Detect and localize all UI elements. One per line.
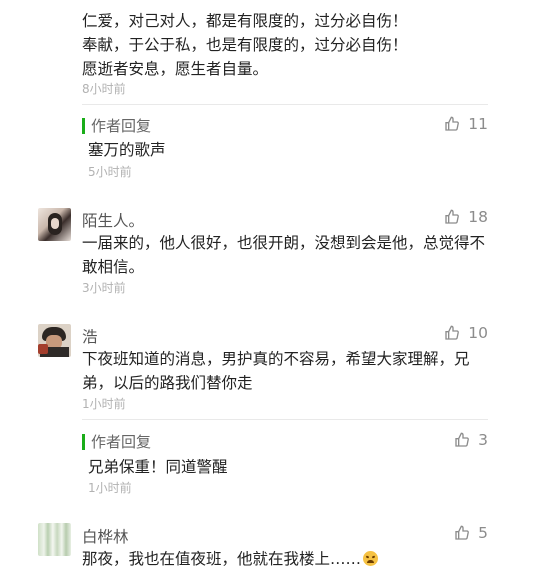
like-count: 3	[478, 431, 488, 449]
like-button[interactable]: 5	[454, 524, 488, 542]
like-button[interactable]: 3	[454, 431, 488, 449]
author-reply-label: 作者回复	[82, 434, 151, 450]
reply-time: 5小时前	[88, 165, 132, 179]
like-count: 5	[478, 524, 488, 542]
comment-text-line: 一届来的，他人很好，也很开朗，没想到会是他，总觉得不	[82, 234, 486, 252]
comment-time: 3小时前	[82, 281, 126, 295]
thumbs-up-icon	[445, 116, 460, 131]
avatar[interactable]	[38, 208, 71, 241]
reply-text: 兄弟保重！同道警醒	[88, 458, 228, 476]
comment-text-line: 下夜班知道的消息，男护真的不容易，希望大家理解，兄	[82, 350, 470, 368]
comment-time: 1小时前	[82, 397, 126, 411]
sad-face-emoji	[363, 551, 379, 566]
reply-time: 1小时前	[88, 481, 132, 495]
like-count: 18	[468, 208, 488, 226]
author-reply-label: 作者回复	[82, 118, 151, 134]
thumbs-up-icon	[455, 432, 470, 447]
commenter-name[interactable]: 白桦林	[82, 525, 129, 547]
like-button[interactable]: 18	[444, 208, 488, 226]
avatar[interactable]	[38, 324, 71, 357]
commenter-name[interactable]: 陌生人。	[82, 209, 144, 231]
thumbs-up-icon	[455, 525, 470, 540]
thumbs-up-icon	[445, 209, 460, 224]
commenter-name[interactable]: 浩	[82, 325, 98, 347]
comment-text-line: 仁爱，对己对人，都是有限度的，过分必自伤！	[82, 12, 408, 30]
like-button[interactable]: 10	[444, 324, 488, 342]
comment-text-line: 敢相信。	[82, 258, 145, 276]
comment-text-line: 奉献，于公于私，也是有限度的，过分必自伤！	[82, 36, 408, 54]
divider	[82, 419, 488, 420]
thumbs-up-icon	[445, 325, 460, 340]
like-count: 10	[468, 324, 488, 342]
comment-text-line: 弟，以后的路我们替你走	[82, 374, 253, 392]
comment-time: 8小时前	[82, 82, 126, 96]
comment-text: 那夜，我也在值夜班，他就在我楼上……	[82, 550, 362, 568]
divider	[82, 104, 488, 105]
reply-text: 塞万的歌声	[88, 141, 166, 159]
comment-text-line: 愿逝者安息，愿生者自量。	[82, 60, 269, 78]
like-button[interactable]: 11	[444, 115, 488, 133]
comment-text-line: 那夜，我也在值夜班，他就在我楼上……	[82, 547, 379, 571]
like-count: 11	[468, 115, 488, 133]
avatar[interactable]	[38, 523, 71, 556]
